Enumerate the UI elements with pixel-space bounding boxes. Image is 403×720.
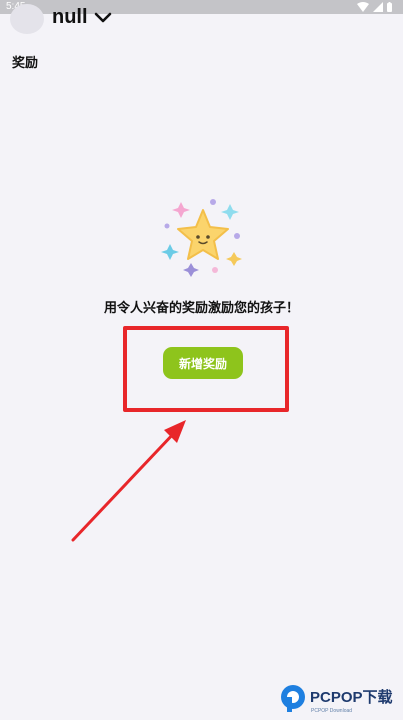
app-header: null xyxy=(0,0,403,44)
pcpop-logo-icon: PCPOP下载 PCPOP Download xyxy=(281,685,393,714)
avatar[interactable] xyxy=(10,4,44,34)
section-title: 奖励 xyxy=(12,56,39,71)
watermark-subtitle: PCPOP Download xyxy=(311,708,352,714)
child-switcher[interactable]: null xyxy=(52,6,112,29)
add-reward-button[interactable]: 新增奖励 xyxy=(163,347,243,379)
star-icon xyxy=(177,209,229,260)
star-illustration xyxy=(161,199,242,277)
empty-state-message: 用令人兴奋的奖励激励您的孩子！ xyxy=(103,301,299,316)
watermark: PCPOP下载 PCPOP Download xyxy=(280,680,400,716)
chevron-down-icon xyxy=(94,12,111,22)
username: null xyxy=(52,6,88,28)
watermark-brand: PCPOP下载 xyxy=(310,688,393,706)
